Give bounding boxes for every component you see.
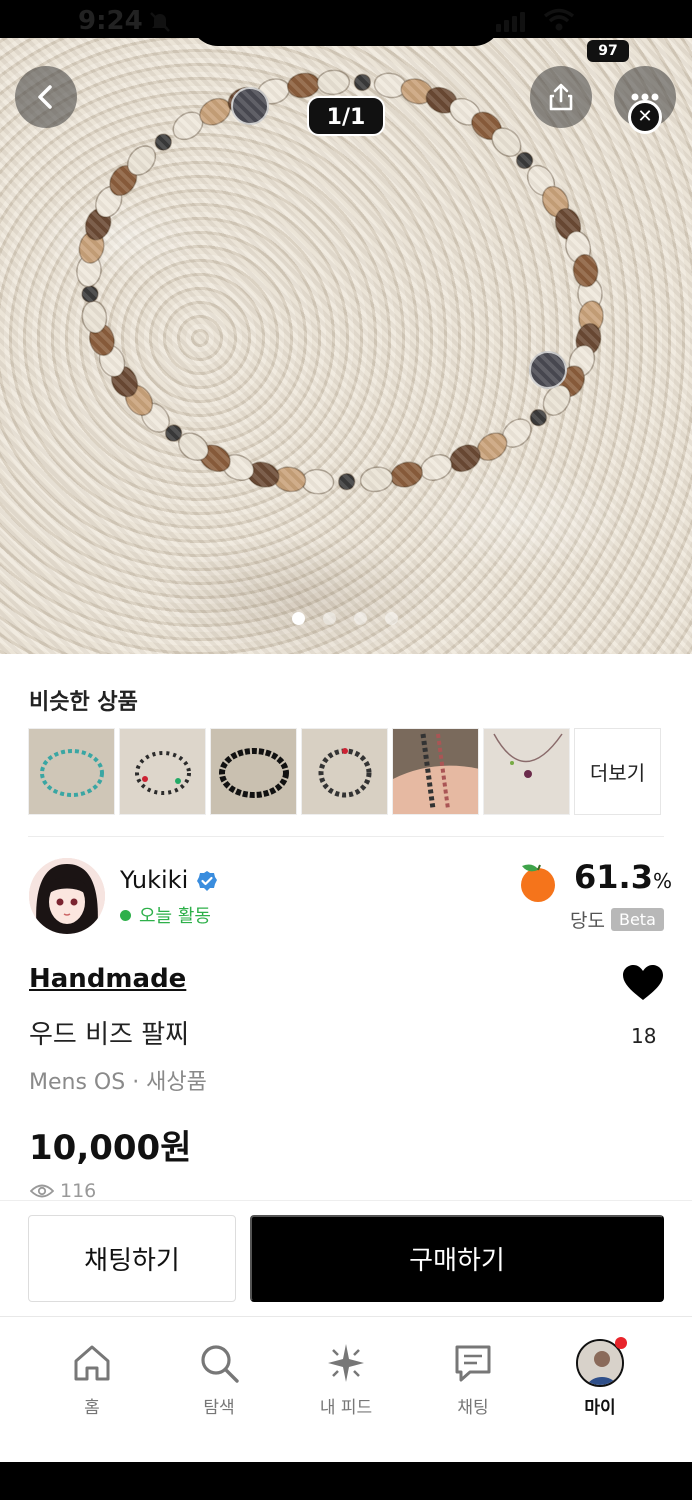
tab-my[interactable]: 마이 xyxy=(555,1337,645,1418)
search-icon xyxy=(201,1345,239,1383)
bottom-tab-bar: 홈 탐색 내 피드 채팅 마이 xyxy=(0,1316,692,1462)
silent-bell-icon xyxy=(148,10,172,38)
similar-products-title: 비슷한 상품 xyxy=(29,690,138,715)
sweetness-label: 당도 xyxy=(570,910,605,932)
verified-badge-icon xyxy=(196,870,218,896)
similar-product-thumb[interactable] xyxy=(210,728,297,815)
active-dot-icon xyxy=(120,909,131,921)
seller-activity-status: 오늘 활동 xyxy=(120,902,211,928)
share-icon xyxy=(549,83,573,111)
sparkle-icon xyxy=(328,1344,364,1382)
view-count-value: 116 xyxy=(60,1180,97,1200)
similar-product-thumb[interactable] xyxy=(483,728,570,815)
tangerine-icon xyxy=(514,860,562,908)
see-more-button[interactable]: 더보기 xyxy=(574,728,661,815)
activity-text: 오늘 활동 xyxy=(139,906,211,927)
tab-label: 홈 xyxy=(84,1398,100,1418)
seller-name[interactable]: Yukiki xyxy=(120,866,188,894)
chevron-left-icon xyxy=(38,85,52,109)
home-icon xyxy=(74,1345,110,1381)
tab-label: 마이 xyxy=(584,1398,616,1418)
carousel-dot[interactable] xyxy=(385,612,398,625)
share-button[interactable] xyxy=(530,66,592,128)
product-title: 우드 비즈 팔찌 xyxy=(29,1020,190,1050)
similar-product-thumb[interactable] xyxy=(392,728,479,815)
battery-indicator: 97 xyxy=(587,40,629,62)
similar-products-list: 더보기 xyxy=(28,728,661,815)
tab-chat[interactable]: 채팅 xyxy=(428,1339,518,1418)
product-photo[interactable]: 9:24 1/1 ✕ xyxy=(0,38,692,654)
sweetness-rate-value: 61.3 xyxy=(574,858,653,896)
chat-button[interactable]: 채팅하기 xyxy=(28,1215,236,1302)
home-indicator-area xyxy=(0,1462,692,1500)
chat-icon xyxy=(455,1345,491,1382)
carousel-dot[interactable] xyxy=(323,612,336,625)
back-button[interactable] xyxy=(15,66,77,128)
eye-icon xyxy=(30,1184,54,1198)
view-count: 116 xyxy=(30,1180,96,1200)
carousel-dot[interactable] xyxy=(292,612,305,625)
carousel-dots xyxy=(292,612,398,625)
sweetness-rate: 61.3% xyxy=(574,858,672,896)
cellular-signal-icon xyxy=(496,10,525,32)
tab-label: 채팅 xyxy=(457,1398,489,1418)
battery-level: 97 xyxy=(598,43,618,59)
product-details-panel: 비슷한 상품 더보기 Yukiki 오늘 활동 61.3% 당도 Beta Ha… xyxy=(0,654,692,1200)
device-notch xyxy=(190,0,502,46)
similar-product-thumb[interactable] xyxy=(301,728,388,815)
notification-dot xyxy=(615,1337,627,1349)
tab-home[interactable]: 홈 xyxy=(47,1339,137,1418)
tab-label: 내 피드 xyxy=(319,1398,373,1418)
status-time-display: 9:24 xyxy=(78,6,143,36)
tab-search[interactable]: 탐색 xyxy=(174,1339,264,1418)
like-button[interactable] xyxy=(622,964,664,1006)
wifi-icon xyxy=(543,8,575,36)
purchase-action-bar: 채팅하기 구매하기 xyxy=(0,1200,692,1316)
tab-feed[interactable]: 내 피드 xyxy=(301,1339,391,1418)
section-divider xyxy=(28,836,664,837)
brand-link[interactable]: Handmade xyxy=(29,964,186,994)
status-time-text: 9:24 xyxy=(78,6,143,36)
like-count: 18 xyxy=(631,1024,657,1048)
similar-product-thumb[interactable] xyxy=(28,728,115,815)
image-pager-badge: 1/1 xyxy=(307,96,385,136)
close-icon[interactable]: ✕ xyxy=(628,100,662,134)
similar-product-thumb[interactable] xyxy=(119,728,206,815)
buy-button[interactable]: 구매하기 xyxy=(250,1215,664,1302)
beta-badge: Beta xyxy=(610,908,664,931)
sweetness-label-row[interactable]: 당도 Beta xyxy=(570,906,664,933)
seller-avatar[interactable] xyxy=(29,858,105,934)
carousel-dot[interactable] xyxy=(354,612,367,625)
product-meta: Mens OS · 새상품 xyxy=(29,1070,207,1095)
tab-label: 탐색 xyxy=(203,1398,235,1418)
sweetness-rate-unit: % xyxy=(652,869,672,893)
product-price: 10,000원 xyxy=(29,1128,192,1168)
heart-icon xyxy=(623,965,663,1000)
